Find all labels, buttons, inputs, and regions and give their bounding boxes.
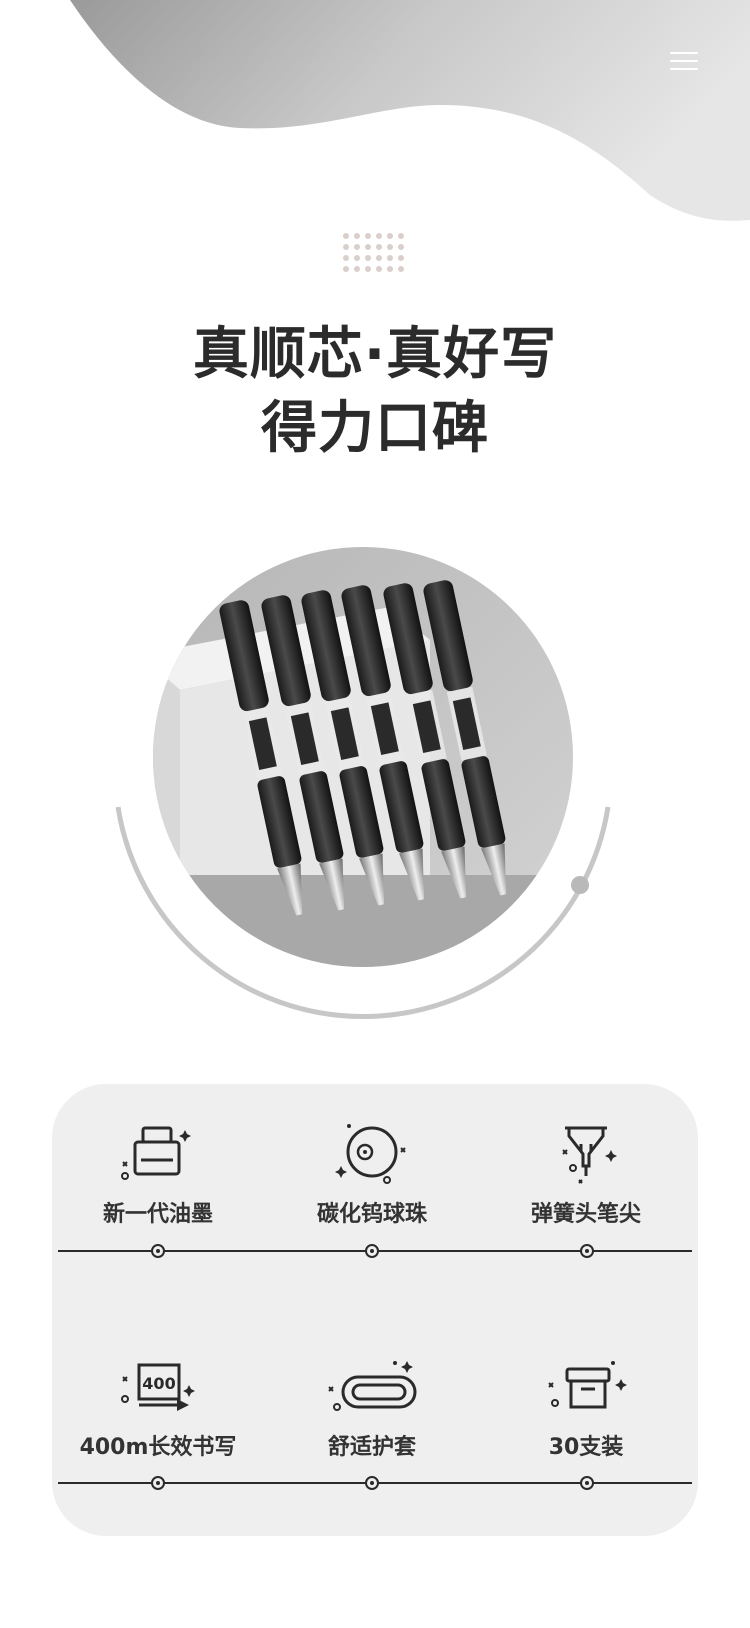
feature-item-ink: 新一代油墨 <box>58 1122 258 1228</box>
box-package-icon <box>548 1361 627 1409</box>
spring-nib-icon <box>562 1126 617 1184</box>
header-wave-shape <box>70 0 750 221</box>
feature-label: 400m长效书写 <box>79 1435 237 1460</box>
timeline-marker <box>151 1476 165 1490</box>
timeline-marker <box>580 1476 594 1490</box>
headline-line-2: 得力口碑 <box>261 396 489 461</box>
feature-item-spring: 弹簧头笔尖 <box>486 1122 686 1228</box>
timeline-marker <box>580 1244 594 1258</box>
feature-label: 碳化钨球珠 <box>316 1202 427 1227</box>
feature-label: 弹簧头笔尖 <box>530 1202 641 1227</box>
product-image-pens <box>115 547 611 1020</box>
menu-line <box>670 60 698 62</box>
menu-line <box>670 68 698 70</box>
headline-line-1: 真顺芯·真好写 <box>192 322 558 387</box>
feature-item-ball: 碳化钨球珠 <box>272 1122 472 1228</box>
feature-label: 新一代油墨 <box>102 1202 213 1227</box>
menu-line <box>670 52 698 54</box>
decorative-dot-grid <box>343 233 404 272</box>
feature-item-length: 400 400m长效书写 <box>58 1355 258 1461</box>
feature-label: 30支装 <box>548 1435 624 1460</box>
timeline-marker <box>365 1476 379 1490</box>
feature-label: 舒适护套 <box>327 1435 416 1460</box>
hamburger-menu-icon[interactable] <box>670 52 698 74</box>
timeline-marker <box>365 1244 379 1258</box>
timeline-marker <box>151 1244 165 1258</box>
svg-text:400: 400 <box>142 1374 175 1393</box>
ink-bottle-icon <box>121 1126 191 1180</box>
400m-length-icon: 400 <box>121 1363 195 1411</box>
feature-item-pack: 30支装 <box>486 1355 686 1461</box>
page-headline: 真顺芯·真好写 得力口碑 <box>0 318 750 466</box>
feature-item-grip: 舒适护套 <box>272 1355 472 1461</box>
tungsten-ball-icon <box>335 1124 406 1184</box>
grip-sleeve-icon <box>328 1361 417 1411</box>
